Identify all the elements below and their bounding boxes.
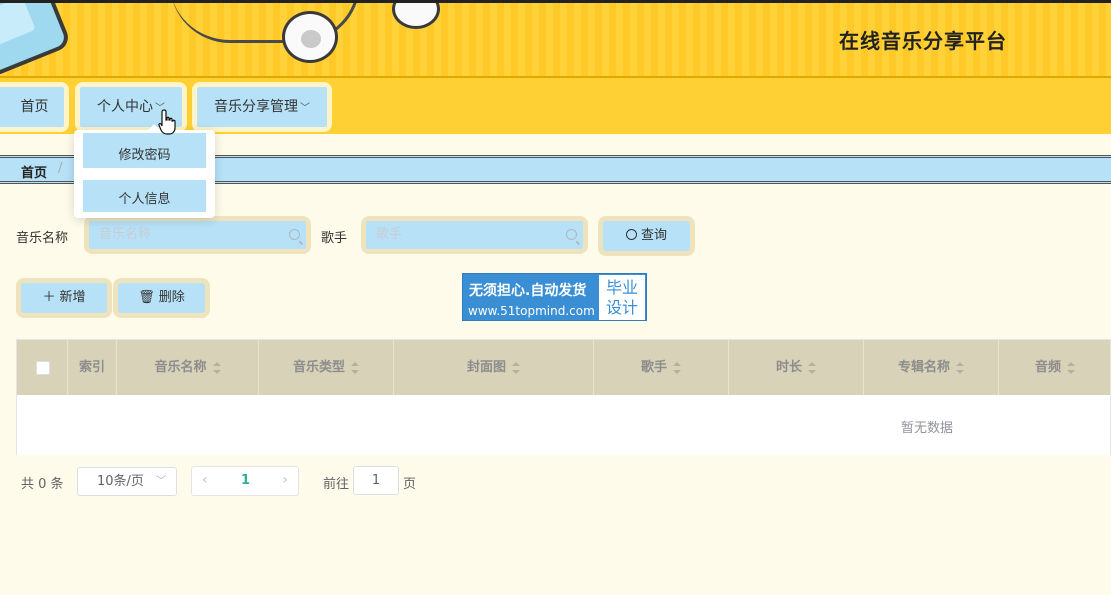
ad-line-2: www.51topmind.com [468,304,595,318]
nav-music-share-label: 音乐分享管理 [214,99,298,115]
query-button-wrap: 查询 [598,216,695,256]
goto-page-input[interactable]: 1 [353,466,399,495]
add-button-wrap: ＋新增 [16,278,112,318]
earbud-illustration [392,3,440,29]
nav-personal-center-label: 个人中心 [97,99,153,115]
ad-badge-bottom: 设计 [605,298,638,317]
pagination-total: 共 0 条 [21,477,64,492]
col-album-label: 专辑名称 [897,360,950,375]
table-header: 索引 音乐名称 音乐类型 封面图 歌手 时长 专辑名称 音频 [17,340,1110,395]
page-number-current[interactable]: 1 [241,473,250,488]
sort-icon [956,361,964,374]
add-button[interactable]: ＋新增 [21,283,107,313]
select-all-checkbox[interactable] [36,361,50,375]
col-music-name-label: 音乐名称 [154,360,207,375]
prev-page-button[interactable]: ‹ [202,472,208,488]
empty-state-text: 暂无数据 [901,421,954,436]
col-cover-label: 封面图 [466,360,506,375]
dropdown-item-personal-info[interactable]: 个人信息 [83,180,206,212]
page-size-value: 10条/页 [97,474,144,489]
plus-icon: ＋ [42,290,56,305]
delete-button[interactable]: 🗑 删除 [118,283,205,313]
col-duration-label: 时长 [775,360,802,375]
col-singer[interactable]: 歌手 [594,340,729,395]
ad-badge-top: 毕业 [605,278,638,297]
col-duration[interactable]: 时长 [729,340,864,395]
singer-label: 歌手 [321,231,348,246]
breadcrumb-home[interactable]: 首页 [21,162,47,181]
ad-watermark: 无须担心.自动发货 www.51topmind.com 毕业 设计 [462,273,647,321]
sort-icon [1067,361,1075,374]
header-banner: 在线音乐分享平台 [0,0,1111,76]
breadcrumb-separator: / [58,161,63,176]
col-audio-label: 音频 [1034,360,1061,375]
nav-item-music-share-management[interactable]: 音乐分享管理 ﹀ [192,82,332,132]
col-music-type[interactable]: 音乐类型 [259,340,394,395]
sort-icon [808,361,816,374]
sort-icon [351,361,359,374]
dropdown-item-change-password[interactable]: 修改密码 [83,133,206,168]
music-name-placeholder: 音乐名称 [99,227,152,242]
hand-cursor-icon [158,109,176,135]
site-title: 在线音乐分享平台 [839,29,1007,53]
ad-line-1: 无须担心.自动发货 [469,283,587,299]
col-cover[interactable]: 封面图 [394,340,594,395]
page-size-select[interactable]: 10条/页 ﹀ [77,467,177,496]
earbud-illustration [282,11,338,63]
query-button-label: 查询 [640,228,667,243]
delete-button-wrap: 🗑 删除 [113,278,210,318]
music-name-label: 音乐名称 [16,231,69,246]
nav-home-label: 首页 [0,87,64,127]
search-icon [566,229,577,240]
search-icon [625,229,637,240]
col-audio[interactable]: 音频 [999,340,1111,395]
chevron-down-icon: ﹀ [300,103,310,114]
goto-label: 前往 [323,477,350,492]
col-index: 索引 [68,340,117,395]
pager: ‹ 1 › [191,466,299,496]
add-button-label: 新增 [59,290,86,305]
col-album[interactable]: 专辑名称 [864,340,999,395]
delete-button-label: 删除 [158,290,185,305]
next-page-button[interactable]: › [282,472,288,488]
search-icon [289,229,300,240]
sort-icon [673,361,681,374]
sort-icon [212,361,221,374]
music-name-input[interactable]: 音乐名称 [89,221,306,249]
goto-unit: 页 [403,477,417,492]
music-name-search-box: 音乐名称 [84,216,311,254]
trash-icon: 🗑 [138,290,155,305]
col-music-type-label: 音乐类型 [292,360,345,375]
singer-placeholder: 歌手 [376,227,403,242]
ad-badge: 毕业 设计 [599,275,645,320]
singer-input[interactable]: 歌手 [366,221,583,249]
chevron-down-icon: ﹀ [156,476,166,487]
select-all-cell [17,340,68,395]
col-singer-label: 歌手 [640,360,667,375]
col-music-name[interactable]: 音乐名称 [117,340,259,395]
personal-center-dropdown: 修改密码 个人信息 [74,124,215,218]
sort-icon [512,361,520,374]
music-table: 索引 音乐名称 音乐类型 封面图 歌手 时长 专辑名称 音频 暂无数据 [16,339,1111,455]
phone-illustration [0,3,73,76]
table-body: 暂无数据 [17,395,1110,455]
nav-music-inner: 音乐分享管理 ﹀ [197,87,327,127]
nav-item-home[interactable]: 首页 [0,82,69,132]
query-button[interactable]: 查询 [603,221,690,251]
singer-search-box: 歌手 [361,216,588,254]
